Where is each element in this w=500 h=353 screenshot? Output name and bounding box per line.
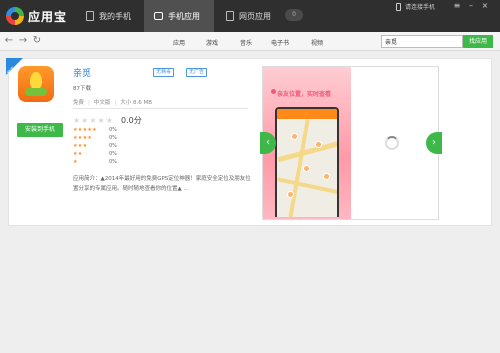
ad-free-badge: 无广告: [186, 68, 208, 77]
app-meta: 免费中文版大小 8.6 MB: [73, 98, 152, 106]
download-count-badge[interactable]: 0: [285, 9, 303, 21]
tab-web-apps-label: 网页应用: [239, 11, 271, 21]
mobile-icon: [396, 2, 401, 11]
tab-my-phone[interactable]: 我的手机: [76, 0, 142, 32]
language-label: 中文版: [84, 100, 110, 106]
rating-stars: ★★: [73, 150, 83, 157]
tab-my-phone-label: 我的手机: [99, 11, 131, 21]
rating-percent: 0%: [109, 142, 117, 149]
rating-percent: 0%: [109, 134, 117, 141]
tab-mobile-apps[interactable]: 手机应用: [144, 0, 214, 32]
price-label: 免费: [73, 100, 85, 106]
size-label: 大小 8.6 MB: [110, 100, 152, 106]
connect-phone-label: 请连接手机: [405, 4, 436, 11]
tab-mobile-apps-label: 手机应用: [168, 11, 200, 21]
screenshot-image: 亲友位置，实时查看: [263, 67, 351, 219]
rating-stars: ★★★: [73, 142, 88, 149]
app-name: 应用宝: [28, 10, 68, 24]
screenshot-caption: 亲友位置，实时查看: [277, 91, 332, 98]
rating-row: ★★★★ 0%: [73, 134, 117, 141]
phone-screen: [275, 107, 339, 217]
rating-stars: ★: [73, 158, 78, 165]
rating-stars: ★★★★: [73, 134, 93, 141]
search-input[interactable]: [381, 35, 463, 48]
search-button[interactable]: 找应用: [463, 35, 493, 48]
phone-icon: [86, 11, 94, 21]
category-games[interactable]: 游戏: [206, 38, 218, 47]
toolbar: ← → ↻ 应用 游戏 音乐 电子书 视频 找应用: [0, 32, 500, 51]
app-icon: [18, 66, 54, 102]
rating-row: ★★★★★ 0%: [73, 126, 117, 133]
app-bag-icon: [154, 12, 163, 20]
close-icon[interactable]: ×: [480, 1, 490, 11]
score-value: 0.0分: [121, 116, 142, 125]
app-title: 亲觅: [73, 69, 92, 79]
category-apps[interactable]: 应用: [173, 38, 185, 47]
virus-free-label: 无病毒: [156, 69, 172, 75]
rating-percent: 0%: [109, 158, 117, 165]
screenshot-gallery[interactable]: 亲友位置，实时查看: [262, 66, 439, 220]
category-music[interactable]: 音乐: [240, 38, 252, 47]
download-count: 87下载: [73, 86, 91, 92]
refresh-icon[interactable]: ↻: [31, 35, 43, 47]
rating-percent: 0%: [109, 126, 117, 133]
forward-arrow-icon[interactable]: →: [17, 35, 29, 47]
gallery-next-icon[interactable]: ›: [426, 132, 442, 154]
ad-free-label: 无广告: [189, 69, 205, 75]
app-logo-icon: [6, 7, 24, 25]
category-videos[interactable]: 视频: [311, 38, 323, 47]
back-arrow-icon[interactable]: ←: [3, 35, 15, 47]
install-to-phone-button[interactable]: 安装到手机: [17, 123, 63, 137]
category-ebooks[interactable]: 电子书: [271, 38, 289, 47]
title-bar: 应用宝 我的手机 手机应用 网页应用 0 请连接手机 ≡ – ×: [0, 0, 500, 32]
loading-spinner-icon: [385, 136, 399, 150]
menu-icon[interactable]: ≡: [452, 1, 462, 11]
rating-stars: ★★★★★: [73, 126, 97, 133]
location-pin-icon: [271, 89, 276, 94]
divider: [73, 108, 248, 109]
tab-web-apps[interactable]: 网页应用: [216, 0, 282, 32]
rating-percent: 0%: [109, 150, 117, 157]
rating-row: ★ 0%: [73, 158, 117, 165]
connect-phone-button[interactable]: 请连接手机: [396, 2, 435, 11]
score-stars-icon: ★★★★★: [73, 116, 114, 125]
minimize-icon[interactable]: –: [466, 1, 476, 11]
rating-row: ★★★ 0%: [73, 142, 117, 149]
virus-free-badge: 无病毒: [153, 68, 175, 77]
rating-row: ★★ 0%: [73, 150, 117, 157]
app-description: 应用简介：▲2014年最好用的免费GPS定位神器！家庭安全定位及朋友位置分享的专…: [73, 176, 251, 192]
web-icon: [226, 11, 234, 21]
